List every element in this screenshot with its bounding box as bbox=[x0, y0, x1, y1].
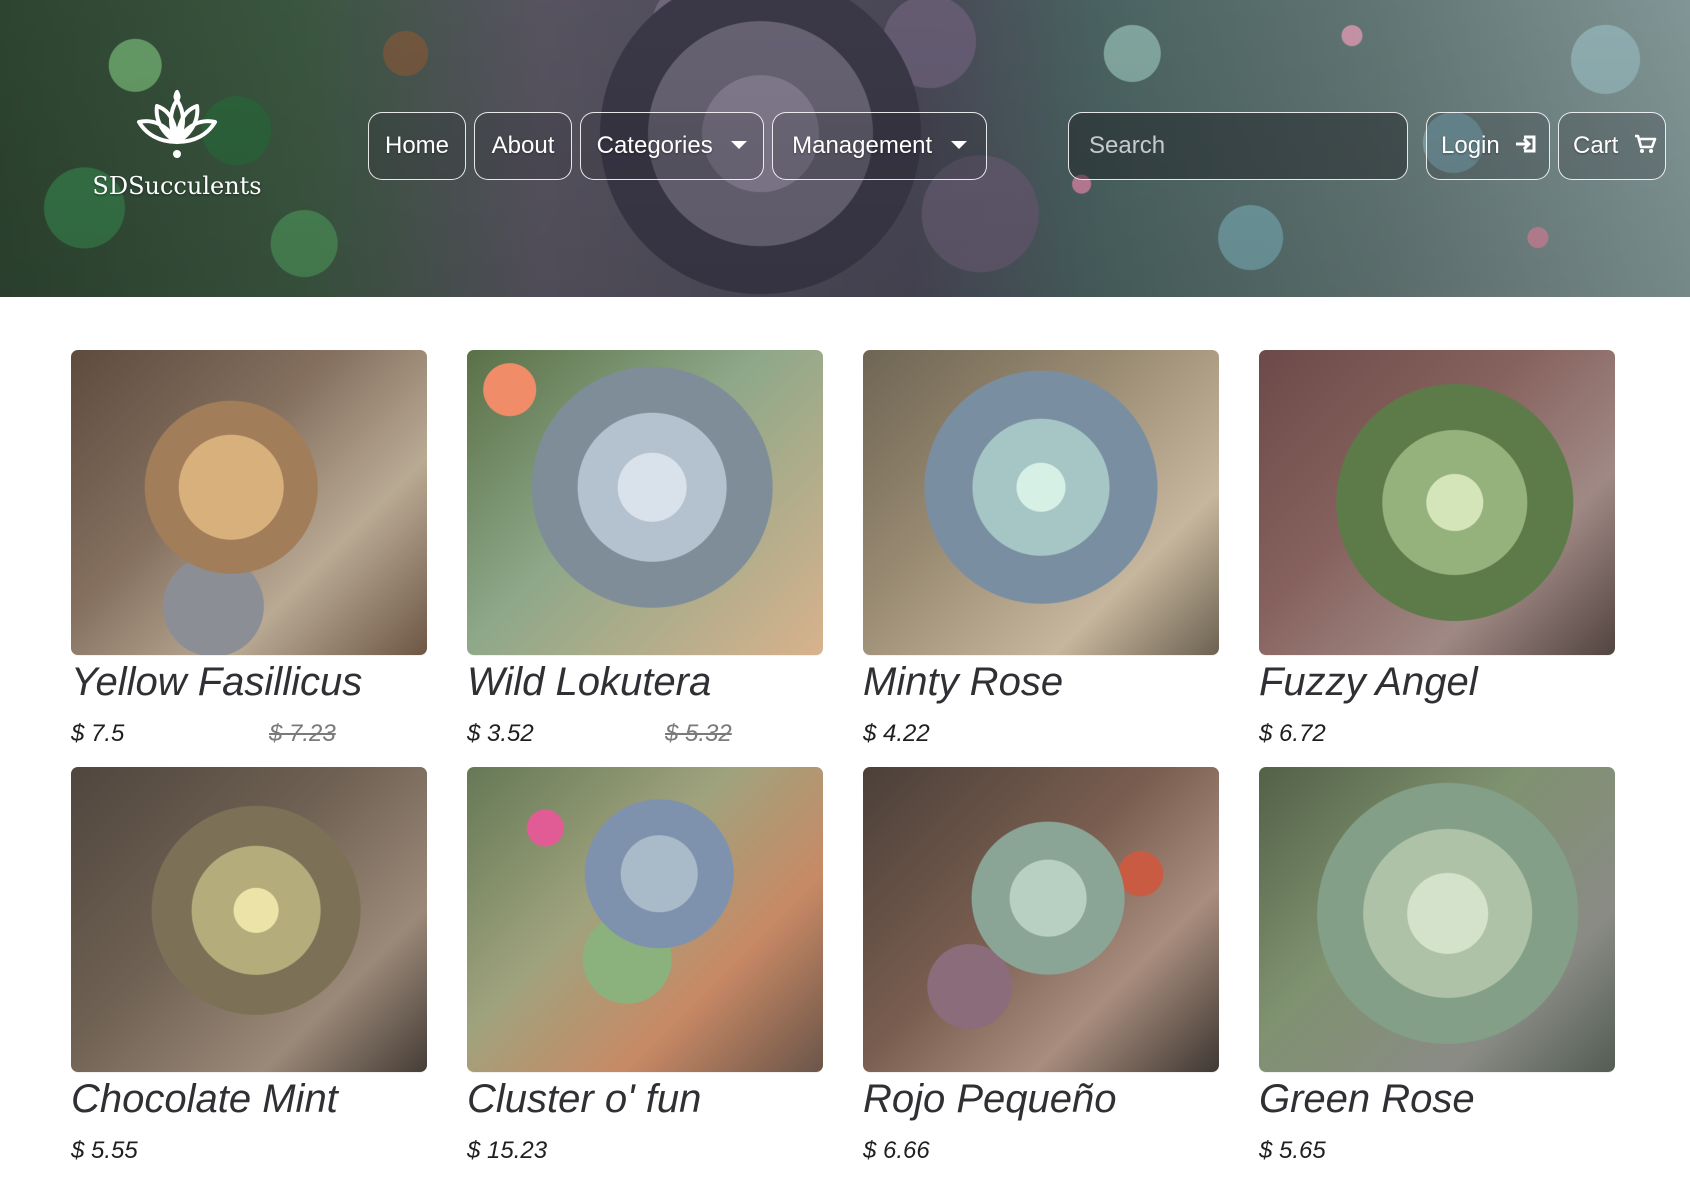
product-title[interactable]: Wild Lokutera bbox=[467, 659, 823, 705]
product-image[interactable] bbox=[1259, 350, 1615, 655]
brand-logo[interactable]: SDSucculents bbox=[87, 88, 267, 208]
product-title[interactable]: Chocolate Mint bbox=[71, 1076, 427, 1122]
product-price: $ 5.55 bbox=[71, 1137, 138, 1164]
chevron-down-icon bbox=[950, 140, 967, 149]
lotus-icon bbox=[137, 90, 217, 158]
product-image[interactable] bbox=[1259, 767, 1615, 1072]
cart-label: Cart bbox=[1573, 132, 1619, 159]
search-input[interactable] bbox=[1068, 112, 1408, 180]
product-old-price: $ 5.32 bbox=[665, 720, 732, 747]
product-price: $ 7.5 bbox=[71, 720, 125, 747]
product-card[interactable]: Yellow Fasillicus $ 7.5 $ 7.23 bbox=[71, 350, 427, 750]
product-card[interactable]: Rojo Pequeño $ 6.66 bbox=[863, 767, 1219, 1167]
product-price: $ 6.72 bbox=[1259, 720, 1326, 747]
nav-management-dropdown[interactable]: Management bbox=[772, 112, 987, 180]
cart-icon bbox=[1633, 133, 1657, 160]
product-card[interactable]: Minty Rose $ 4.22 bbox=[863, 350, 1219, 750]
product-image[interactable] bbox=[71, 350, 427, 655]
product-card[interactable]: Cluster o' fun $ 15.23 bbox=[467, 767, 823, 1167]
product-price: $ 3.52 bbox=[467, 720, 534, 747]
product-image[interactable] bbox=[863, 350, 1219, 655]
nav-about-button[interactable]: About bbox=[474, 112, 572, 180]
product-price: $ 4.22 bbox=[863, 720, 930, 747]
chevron-down-icon bbox=[731, 140, 748, 149]
product-image[interactable] bbox=[71, 767, 427, 1072]
nav-home-label: Home bbox=[384, 132, 450, 159]
product-image[interactable] bbox=[467, 350, 823, 655]
product-title[interactable]: Yellow Fasillicus bbox=[71, 659, 427, 705]
product-card[interactable]: Green Rose $ 5.65 bbox=[1259, 767, 1615, 1167]
product-image[interactable] bbox=[467, 767, 823, 1072]
product-price: $ 6.66 bbox=[863, 1137, 930, 1164]
product-title[interactable]: Green Rose bbox=[1259, 1076, 1615, 1122]
product-card[interactable]: Fuzzy Angel $ 6.72 bbox=[1259, 350, 1615, 750]
product-title[interactable]: Rojo Pequeño bbox=[863, 1076, 1219, 1122]
product-title[interactable]: Fuzzy Angel bbox=[1259, 659, 1615, 705]
nav-categories-dropdown[interactable]: Categories bbox=[580, 112, 764, 180]
nav-categories-label: Categories bbox=[596, 132, 713, 159]
nav-management-label: Management bbox=[792, 132, 933, 159]
page: SDSucculents Home About Categories Manag… bbox=[0, 0, 1690, 1187]
product-grid: Yellow Fasillicus $ 7.5 $ 7.23 Wild Loku… bbox=[71, 350, 1617, 1170]
product-title[interactable]: Minty Rose bbox=[863, 659, 1219, 705]
product-old-price: $ 7.23 bbox=[269, 720, 336, 747]
login-label: Login bbox=[1441, 132, 1500, 159]
product-price: $ 15.23 bbox=[467, 1137, 548, 1164]
login-icon bbox=[1514, 133, 1538, 160]
product-price: $ 5.65 bbox=[1259, 1137, 1326, 1164]
cart-button[interactable]: Cart bbox=[1558, 112, 1666, 180]
product-card[interactable]: Wild Lokutera $ 3.52 $ 5.32 bbox=[467, 350, 823, 750]
login-button[interactable]: Login bbox=[1426, 112, 1550, 180]
product-image[interactable] bbox=[863, 767, 1219, 1072]
product-title[interactable]: Cluster o' fun bbox=[467, 1076, 823, 1122]
nav-home-button[interactable]: Home bbox=[368, 112, 466, 180]
hero-header: SDSucculents Home About Categories Manag… bbox=[0, 0, 1690, 297]
brand-name: SDSucculents bbox=[92, 172, 262, 200]
nav-about-label: About bbox=[491, 132, 555, 159]
product-card[interactable]: Chocolate Mint $ 5.55 bbox=[71, 767, 427, 1167]
